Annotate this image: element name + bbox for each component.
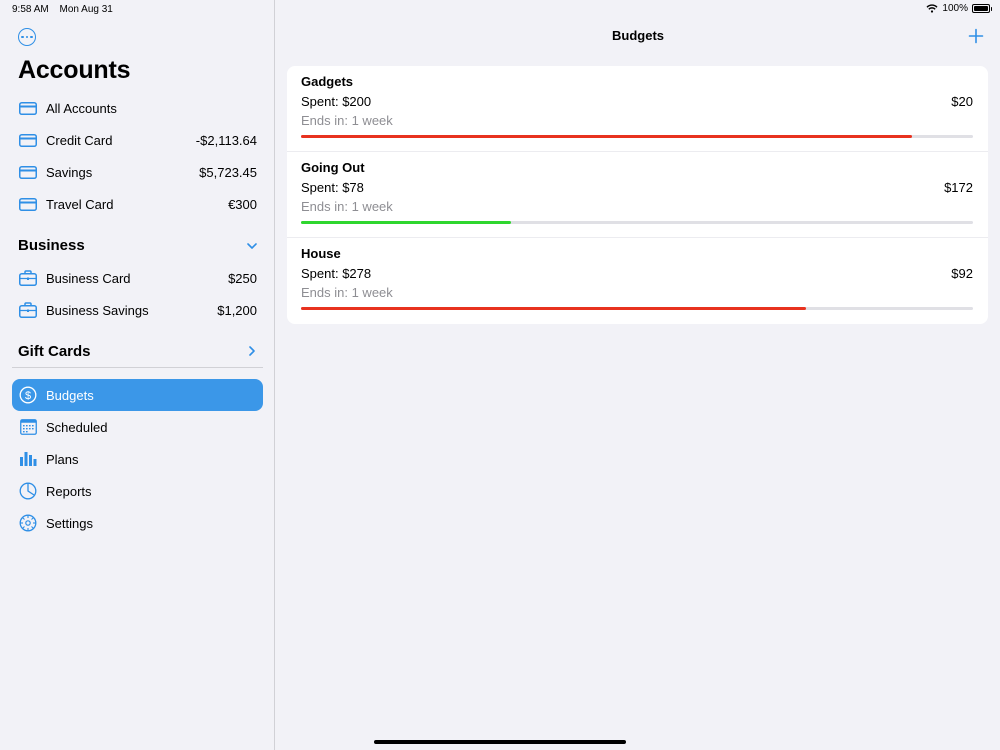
account-balance: $250 <box>228 270 257 286</box>
dollar-circle-icon: $ <box>18 385 38 405</box>
card-icon <box>18 98 38 118</box>
pie-chart-icon <box>18 481 38 501</box>
briefcase-icon <box>18 268 38 288</box>
divider <box>12 367 263 368</box>
sidebar-item-label: Reports <box>46 483 92 499</box>
budget-remaining: $92 <box>951 266 973 281</box>
sidebar-item-label: Business Savings <box>46 302 149 318</box>
card-icon <box>18 162 38 182</box>
sidebar-item-label: Savings <box>46 164 93 180</box>
budget-ends: Ends in: 1 week <box>301 285 393 300</box>
sidebar-item-travel-card[interactable]: Travel Card €300 <box>12 188 263 220</box>
budget-item-house[interactable]: House Spent: $278 $92 Ends in: 1 week <box>287 238 988 324</box>
chevron-down-icon[interactable] <box>245 239 259 253</box>
status-bar-left: 9:58 AM Mon Aug 31 <box>12 4 121 15</box>
budget-spent: Spent: $200 <box>301 94 372 109</box>
bar-chart-icon <box>18 449 38 469</box>
battery-percent: 100% <box>942 3 968 14</box>
card-icon <box>18 130 38 150</box>
budget-remaining: $20 <box>951 94 973 109</box>
account-balance: $1,200 <box>217 302 257 318</box>
account-balance: $5,723.45 <box>199 164 257 180</box>
sidebar-item-label: Travel Card <box>46 196 114 212</box>
sidebar-item-label: Settings <box>46 515 93 531</box>
status-bar-right: 100% <box>926 3 992 14</box>
sidebar-item-reports[interactable]: Reports <box>12 475 263 507</box>
svg-text:$: $ <box>25 390 31 402</box>
budget-ends: Ends in: 1 week <box>301 199 393 214</box>
add-icon[interactable] <box>968 28 984 44</box>
sidebar-item-settings[interactable]: Settings <box>12 507 263 539</box>
chevron-right-icon[interactable] <box>245 344 259 358</box>
calendar-icon <box>18 417 38 437</box>
budget-item-gadgets[interactable]: Gadgets Spent: $200 $20 Ends in: 1 week <box>287 66 988 152</box>
budget-progress-track <box>301 221 973 224</box>
budget-remaining: $172 <box>944 180 973 195</box>
budget-name: Going Out <box>301 160 365 175</box>
sidebar-item-savings[interactable]: Savings $5,723.45 <box>12 156 263 188</box>
sidebar-item-scheduled[interactable]: Scheduled <box>12 411 263 443</box>
sidebar-item-plans[interactable]: Plans <box>12 443 263 475</box>
sidebar-item-label: Budgets <box>46 387 94 403</box>
section-title-business[interactable]: Business <box>18 237 85 254</box>
battery-icon <box>972 4 992 13</box>
sidebar: 9:58 AM Mon Aug 31 Accounts All Accounts… <box>0 0 275 750</box>
main-panel: 100% Budgets Gadgets Spent: $200 $20 End… <box>276 0 1000 750</box>
sidebar-item-label: Plans <box>46 451 79 467</box>
sidebar-item-all-accounts[interactable]: All Accounts <box>12 92 263 124</box>
gear-icon <box>18 513 38 533</box>
nav-title: Budgets <box>612 28 664 43</box>
budget-name: Gadgets <box>301 74 354 89</box>
home-indicator[interactable] <box>374 740 626 744</box>
budget-name: House <box>301 246 341 261</box>
budget-progress-fill <box>301 307 806 310</box>
sidebar-item-credit-card[interactable]: Credit Card -$2,113.64 <box>12 124 263 156</box>
card-icon <box>18 194 38 214</box>
budget-spent: Spent: $78 <box>301 180 364 195</box>
budget-progress-track <box>301 307 973 310</box>
sidebar-item-label: Scheduled <box>46 419 108 435</box>
budgets-list: Gadgets Spent: $200 $20 Ends in: 1 week … <box>287 66 988 324</box>
budget-item-going-out[interactable]: Going Out Spent: $78 $172 Ends in: 1 wee… <box>287 152 988 238</box>
status-date: Mon Aug 31 <box>59 4 113 15</box>
account-balance: -$2,113.64 <box>195 132 257 148</box>
sidebar-item-label: All Accounts <box>46 100 117 116</box>
section-title-gift-cards[interactable]: Gift Cards <box>18 343 91 360</box>
account-balance: €300 <box>228 196 257 212</box>
wifi-icon <box>926 4 938 13</box>
sidebar-item-business-savings[interactable]: Business Savings $1,200 <box>12 294 263 326</box>
sidebar-item-budgets[interactable]: $ Budgets <box>12 379 263 411</box>
status-time: 9:58 AM <box>12 4 49 15</box>
budget-progress-track <box>301 135 973 138</box>
sidebar-item-business-card[interactable]: Business Card $250 <box>12 262 263 294</box>
budget-ends: Ends in: 1 week <box>301 113 393 128</box>
budget-progress-fill <box>301 221 511 224</box>
sidebar-item-label: Credit Card <box>46 132 113 148</box>
briefcase-icon <box>18 300 38 320</box>
budget-spent: Spent: $278 <box>301 266 372 281</box>
more-options-button[interactable] <box>18 28 36 46</box>
page-title: Accounts <box>18 56 131 84</box>
budget-progress-fill <box>301 135 912 138</box>
sidebar-item-label: Business Card <box>46 270 131 286</box>
